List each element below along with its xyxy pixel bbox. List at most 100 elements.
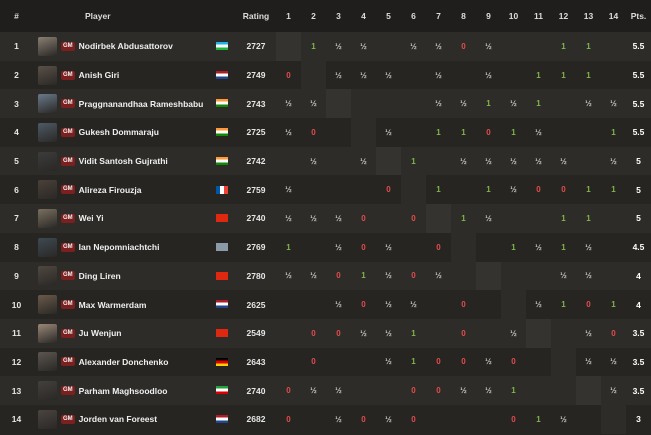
result-cell[interactable]: ½ [451,89,476,118]
result-cell[interactable]: 1 [576,175,601,204]
result-cell[interactable]: ½ [426,262,451,291]
result-cell[interactable]: ½ [326,376,351,405]
result-cell[interactable]: 1 [526,61,551,90]
result-cell[interactable]: ½ [276,204,301,233]
player-cell[interactable]: GM Alireza Firouzja [33,175,208,204]
result-cell[interactable]: ½ [501,147,526,176]
player-name[interactable]: Nodirbek Abdusattorov [79,41,173,51]
player-name[interactable]: Vidit Santosh Gujrathi [79,156,168,166]
result-cell[interactable]: 0 [501,348,526,377]
result-cell[interactable]: 0 [451,32,476,61]
result-cell[interactable]: ½ [351,147,376,176]
result-cell[interactable]: 0 [426,376,451,405]
result-cell[interactable]: 1 [451,204,476,233]
player-wrap[interactable]: GM Ju Wenjun [33,319,208,347]
result-cell[interactable]: 0 [551,175,576,204]
player-name[interactable]: Ju Wenjun [79,328,122,338]
player-wrap[interactable]: GM Alireza Firouzja [33,176,208,204]
result-cell[interactable]: 1 [351,262,376,291]
table-row[interactable]: 4 GM Gukesh Dommaraju 2725 ½ 0 ½ 1 1 0 1 ½ 1 5.5 [0,118,651,147]
result-cell[interactable]: 0 [276,376,301,405]
avatar[interactable] [38,122,57,142]
result-cell[interactable]: 0 [526,175,551,204]
avatar[interactable] [38,409,57,429]
result-cell[interactable]: ½ [576,262,601,291]
player-wrap[interactable]: GM Jorden van Foreest [33,405,208,433]
result-cell[interactable]: 1 [426,118,451,147]
player-name[interactable]: Gukesh Dommaraju [79,127,159,137]
result-cell[interactable]: 0 [426,348,451,377]
result-cell[interactable]: 0 [376,175,401,204]
result-cell[interactable]: ½ [476,32,501,61]
result-cell[interactable]: ½ [451,376,476,405]
result-cell[interactable]: 1 [601,290,626,319]
result-cell[interactable]: 1 [576,61,601,90]
result-cell[interactable]: ½ [276,118,301,147]
avatar[interactable] [38,295,57,315]
result-cell[interactable]: ½ [526,233,551,262]
result-cell[interactable]: 1 [551,290,576,319]
result-cell[interactable]: 1 [501,118,526,147]
result-cell[interactable]: 1 [301,32,326,61]
player-wrap[interactable]: GM Vidit Santosh Gujrathi [33,147,208,175]
result-cell[interactable]: ½ [376,262,401,291]
result-cell[interactable]: ½ [376,348,401,377]
result-cell[interactable]: ½ [326,290,351,319]
result-cell[interactable]: 0 [351,233,376,262]
result-cell[interactable]: 0 [301,319,326,348]
result-cell[interactable]: ½ [351,61,376,90]
result-cell[interactable]: ½ [276,89,301,118]
avatar[interactable] [38,381,57,401]
player-wrap[interactable]: GM Ding Liren [33,262,208,290]
result-cell[interactable]: ½ [476,348,501,377]
result-cell[interactable]: 1 [426,175,451,204]
result-cell[interactable]: 1 [501,233,526,262]
result-cell[interactable]: ½ [601,89,626,118]
result-cell[interactable]: 0 [326,262,351,291]
player-cell[interactable]: GM Alexander Donchenko [33,348,208,377]
result-cell[interactable]: ½ [551,405,576,434]
result-cell[interactable]: ½ [551,147,576,176]
player-cell[interactable]: GM Max Warmerdam [33,290,208,319]
result-cell[interactable]: ½ [276,175,301,204]
result-cell[interactable]: ½ [576,233,601,262]
player-cell[interactable]: GM Gukesh Dommaraju [33,118,208,147]
result-cell[interactable]: ½ [351,319,376,348]
result-cell[interactable]: 1 [601,118,626,147]
result-cell[interactable]: 1 [401,319,426,348]
result-cell[interactable]: ½ [501,89,526,118]
player-cell[interactable]: GM Parham Maghsoodloo [33,376,208,405]
result-cell[interactable]: ½ [526,118,551,147]
player-wrap[interactable]: GM Anish Giri [33,61,208,89]
result-cell[interactable]: ½ [301,262,326,291]
player-wrap[interactable]: GM Nodirbek Abdusattorov [33,32,208,60]
result-cell[interactable]: ½ [326,61,351,90]
result-cell[interactable]: 1 [551,61,576,90]
result-cell[interactable]: 1 [401,348,426,377]
table-row[interactable]: 3 GM Praggnanandhaa Rameshbabu 2743 ½ ½ ½ ½ 1 ½ 1 ½… [0,89,651,119]
result-cell[interactable]: ½ [476,147,501,176]
result-cell[interactable]: 1 [551,204,576,233]
player-name[interactable]: Ian Nepomniachtchi [79,242,160,252]
player-name[interactable]: Alireza Firouzja [79,185,142,195]
player-name[interactable]: Anish Giri [79,70,120,80]
avatar[interactable] [38,237,57,257]
player-wrap[interactable]: GM Gukesh Dommaraju [33,118,208,146]
result-cell[interactable]: ½ [426,89,451,118]
avatar[interactable] [38,36,57,56]
result-cell[interactable]: 0 [326,319,351,348]
result-cell[interactable]: ½ [426,61,451,90]
player-name[interactable]: Jorden van Foreest [79,414,157,424]
result-cell[interactable]: 0 [351,290,376,319]
result-cell[interactable]: 1 [451,118,476,147]
result-cell[interactable]: ½ [476,376,501,405]
result-cell[interactable]: ½ [601,348,626,377]
table-row[interactable]: 13 GM Parham Maghsoodloo 2740 0 ½ ½ 0 0 ½ ½ 1 ½ 3.5 [0,376,651,405]
result-cell[interactable]: 0 [301,348,326,377]
player-cell[interactable]: GM Ian Nepomniachtchi [33,233,208,262]
result-cell[interactable]: 0 [301,118,326,147]
result-cell[interactable]: ½ [401,290,426,319]
result-cell[interactable]: 1 [551,233,576,262]
result-cell[interactable]: ½ [476,61,501,90]
result-cell[interactable]: 1 [276,233,301,262]
